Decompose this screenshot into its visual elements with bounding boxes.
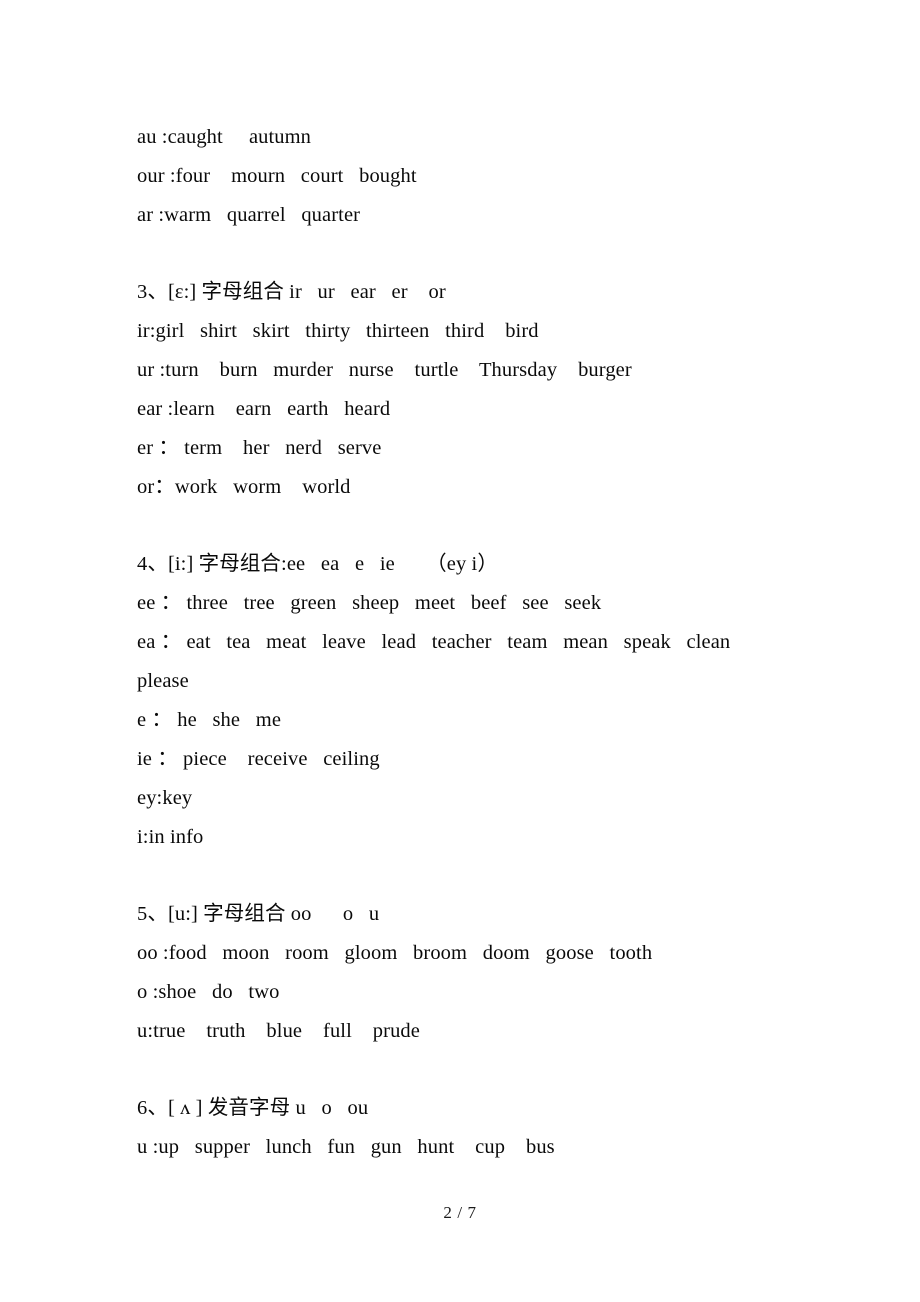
text-line: ie ： piece receive ceiling bbox=[137, 748, 380, 770]
text-line: ear :learn earn earth heard bbox=[137, 398, 391, 420]
text-line: o :shoe do two bbox=[137, 981, 280, 1003]
section-3: 3、[ε:] 字母组合 ir ur ear er or ir:girl shir… bbox=[137, 273, 820, 507]
text-line: ee ： three tree green sheep meet beef se… bbox=[137, 592, 602, 614]
section-heading: 6、[ ʌ ] 发音字母 u o ou bbox=[137, 1097, 369, 1119]
text-line: ar :warm quarrel quarter bbox=[137, 204, 361, 226]
text-line: u:true truth blue full prude bbox=[137, 1020, 420, 1042]
text-line: or：work worm world bbox=[137, 476, 351, 498]
text-line: e ： he she me bbox=[137, 709, 282, 731]
text-line: u :up supper lunch fun gun hunt cup bus bbox=[137, 1136, 555, 1158]
text-line: er ： term her nerd serve bbox=[137, 437, 382, 459]
text-line: i:in info bbox=[137, 826, 204, 848]
section-5: 5、[u:] 字母组合 oo o u oo :food moon room gl… bbox=[137, 895, 820, 1051]
text-line: ur :turn burn murder nurse turtle Thursd… bbox=[137, 359, 632, 381]
section-6: 6、[ ʌ ] 发音字母 u o ou u :up supper lunch f… bbox=[137, 1089, 820, 1167]
text-line: our :four mourn court bought bbox=[137, 165, 417, 187]
text-line: ea ： eat tea meat leave lead teacher tea… bbox=[137, 631, 731, 653]
text-line: oo :food moon room gloom broom doom goos… bbox=[137, 942, 653, 964]
section-heading: 4、[i:] 字母组合:ee ea e ie （ey i） bbox=[137, 553, 498, 575]
section-heading: 5、[u:] 字母组合 oo o u bbox=[137, 903, 380, 925]
text-line: please bbox=[137, 670, 189, 692]
text-line: ey:key bbox=[137, 787, 193, 809]
text-line: au :caught autumn bbox=[137, 126, 312, 148]
section-heading: 3、[ε:] 字母组合 ir ur ear er or bbox=[137, 281, 446, 303]
document-page: au :caught autumn our :four mourn court … bbox=[0, 0, 920, 1302]
page-footer: 2 / 7 bbox=[443, 1203, 477, 1222]
intro-block: au :caught autumn our :four mourn court … bbox=[137, 118, 820, 235]
text-line: ir:girl shirt skirt thirty thirteen thir… bbox=[137, 320, 539, 342]
section-4: 4、[i:] 字母组合:ee ea e ie （ey i） ee ： three… bbox=[137, 545, 820, 857]
